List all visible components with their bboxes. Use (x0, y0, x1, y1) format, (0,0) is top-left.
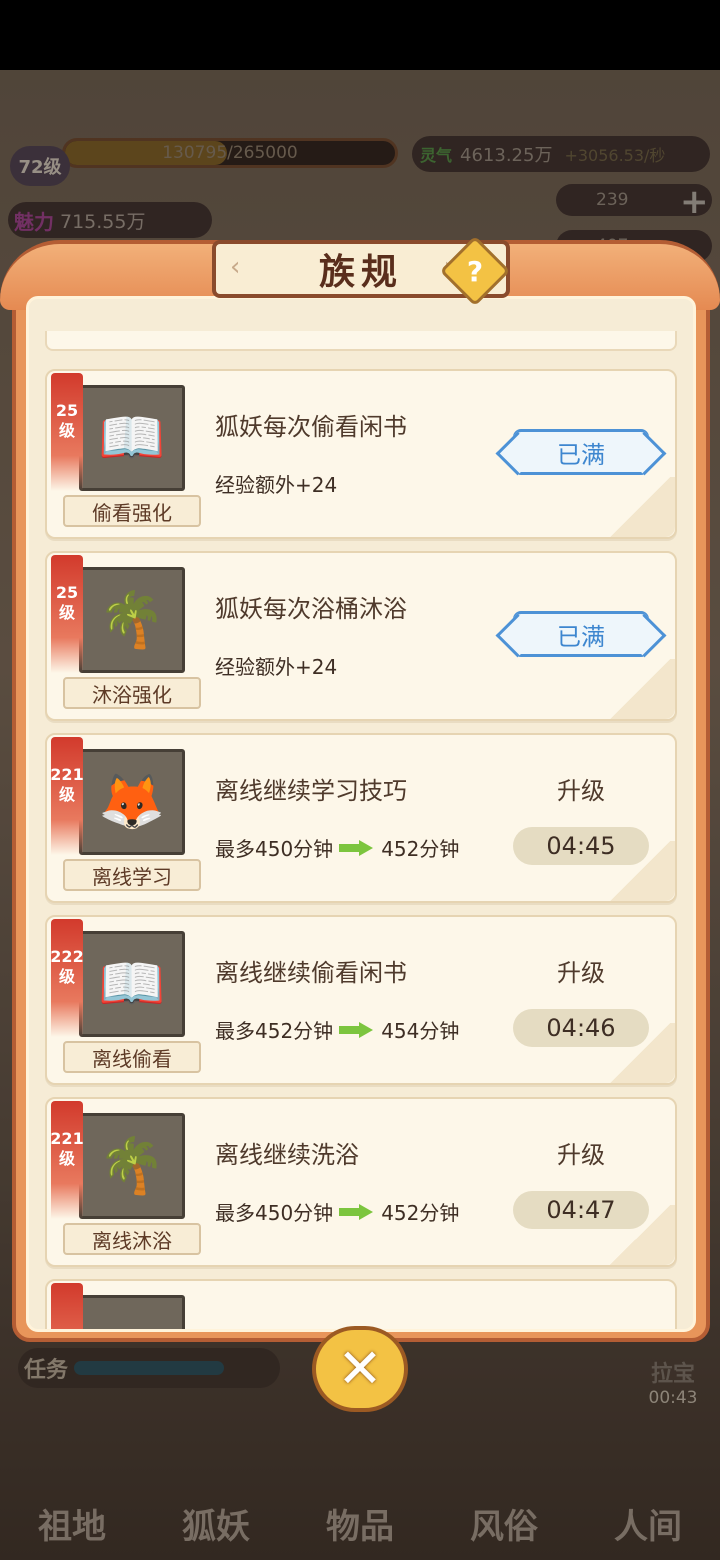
book-icon: 📖 (79, 931, 185, 1037)
level-number: 222 (50, 947, 84, 966)
bath-pool-icon: 🌴 (79, 567, 185, 673)
maxed-button[interactable]: 已满 (513, 429, 649, 475)
level-unit: 级 (58, 603, 75, 622)
left-decoration-icon: ‹ (230, 252, 241, 282)
effect-from: 最多450分钟 (215, 1201, 334, 1225)
effect-from: 最多452分钟 (215, 1019, 334, 1043)
green-arrow-icon (339, 1203, 375, 1220)
effect-from: 最多450分钟 (215, 837, 334, 861)
upgrade-label: 升级 (557, 1141, 605, 1169)
rules-panel-content[interactable]: 📖 25 级 偷看强化 狐妖每次偷看闲书 经验额外+24 已满 🌴 25 级 沐… (26, 296, 696, 1332)
rule-card-bath-boost: 🌴 25 级 沐浴强化 狐妖每次浴桶沐浴 经验额外+24 已满 (45, 551, 677, 721)
rule-effect: 经验额外+24 (215, 655, 338, 679)
level-unit: 级 (58, 1149, 75, 1168)
rule-description: 离线继续偷看闲书 (215, 959, 407, 987)
rule-effect: 经验额外+24 (215, 473, 338, 497)
upgrade-timer-button[interactable]: 04:46 (513, 1009, 649, 1047)
upgrade-label: 升级 (557, 777, 605, 805)
rule-description: 离线继续学习技巧 (215, 777, 407, 805)
rule-effect: 最多450分钟 452分钟 (215, 833, 459, 862)
rule-effect: 最多452分钟 454分钟 (215, 1015, 459, 1044)
effect-to: 452分钟 (381, 1201, 460, 1225)
list-item-icon (79, 1295, 185, 1329)
green-arrow-icon (339, 1021, 375, 1038)
upgrade-timer-button[interactable]: 04:45 (513, 827, 649, 865)
level-unit: 级 (58, 967, 75, 986)
rule-card-offline-study: 🦊 221 级 离线学习 离线继续学习技巧 最多450分钟 452分钟 升级 0… (45, 733, 677, 903)
level-ribbon: 221 级 (50, 1101, 84, 1219)
effect-to: 452分钟 (381, 837, 460, 861)
bath-pool-icon: 🌴 (79, 1113, 185, 1219)
level-ribbon: 25 级 (51, 373, 83, 491)
level-number: 25 (55, 401, 79, 420)
level-number: 221 (50, 1129, 84, 1148)
level-ribbon: 221 级 (50, 737, 84, 855)
panel-title: 族规 (318, 251, 403, 293)
list-item-partial (45, 1279, 677, 1329)
card-corner-decoration (605, 659, 675, 719)
level-number: 25 (55, 583, 79, 602)
level-unit: 级 (58, 421, 75, 440)
close-button[interactable]: ✕ (312, 1326, 408, 1412)
rule-description: 离线继续洗浴 (215, 1141, 359, 1169)
rule-name: 偷看强化 (63, 495, 201, 527)
close-icon: ✕ (337, 1337, 383, 1400)
upgrade-label: 升级 (557, 959, 605, 987)
level-unit: 级 (58, 785, 75, 804)
level-ribbon: 25 级 (51, 555, 83, 673)
rule-effect: 最多450分钟 452分钟 (215, 1197, 459, 1226)
question-icon: ? (466, 254, 484, 288)
upgrade-timer-button[interactable]: 04:47 (513, 1191, 649, 1229)
rule-description: 狐妖每次偷看闲书 (215, 413, 407, 441)
card-corner-decoration (605, 477, 675, 537)
effect-to: 454分钟 (381, 1019, 460, 1043)
book-icon: 📖 (79, 385, 185, 491)
rule-name: 沐浴强化 (63, 677, 201, 709)
rule-name: 离线沐浴 (63, 1223, 201, 1255)
level-ribbon: 222 级 (50, 919, 84, 1037)
status-bar (0, 0, 720, 70)
rule-name: 离线偷看 (63, 1041, 201, 1073)
rule-card-offline-peek: 📖 222 级 离线偷看 离线继续偷看闲书 最多452分钟 454分钟 升级 0… (45, 915, 677, 1085)
level-number: 221 (50, 765, 84, 784)
green-arrow-icon (339, 839, 375, 856)
rule-card-offline-bath: 🌴 221 级 离线沐浴 离线继续洗浴 最多450分钟 452分钟 升级 04:… (45, 1097, 677, 1267)
maxed-button[interactable]: 已满 (513, 611, 649, 657)
list-item-partial (45, 331, 677, 351)
fox-icon: 🦊 (79, 749, 185, 855)
rule-card-peek-boost: 📖 25 级 偷看强化 狐妖每次偷看闲书 经验额外+24 已满 (45, 369, 677, 539)
level-ribbon (51, 1283, 83, 1329)
rule-name: 离线学习 (63, 859, 201, 891)
rule-description: 狐妖每次浴桶沐浴 (215, 595, 407, 623)
